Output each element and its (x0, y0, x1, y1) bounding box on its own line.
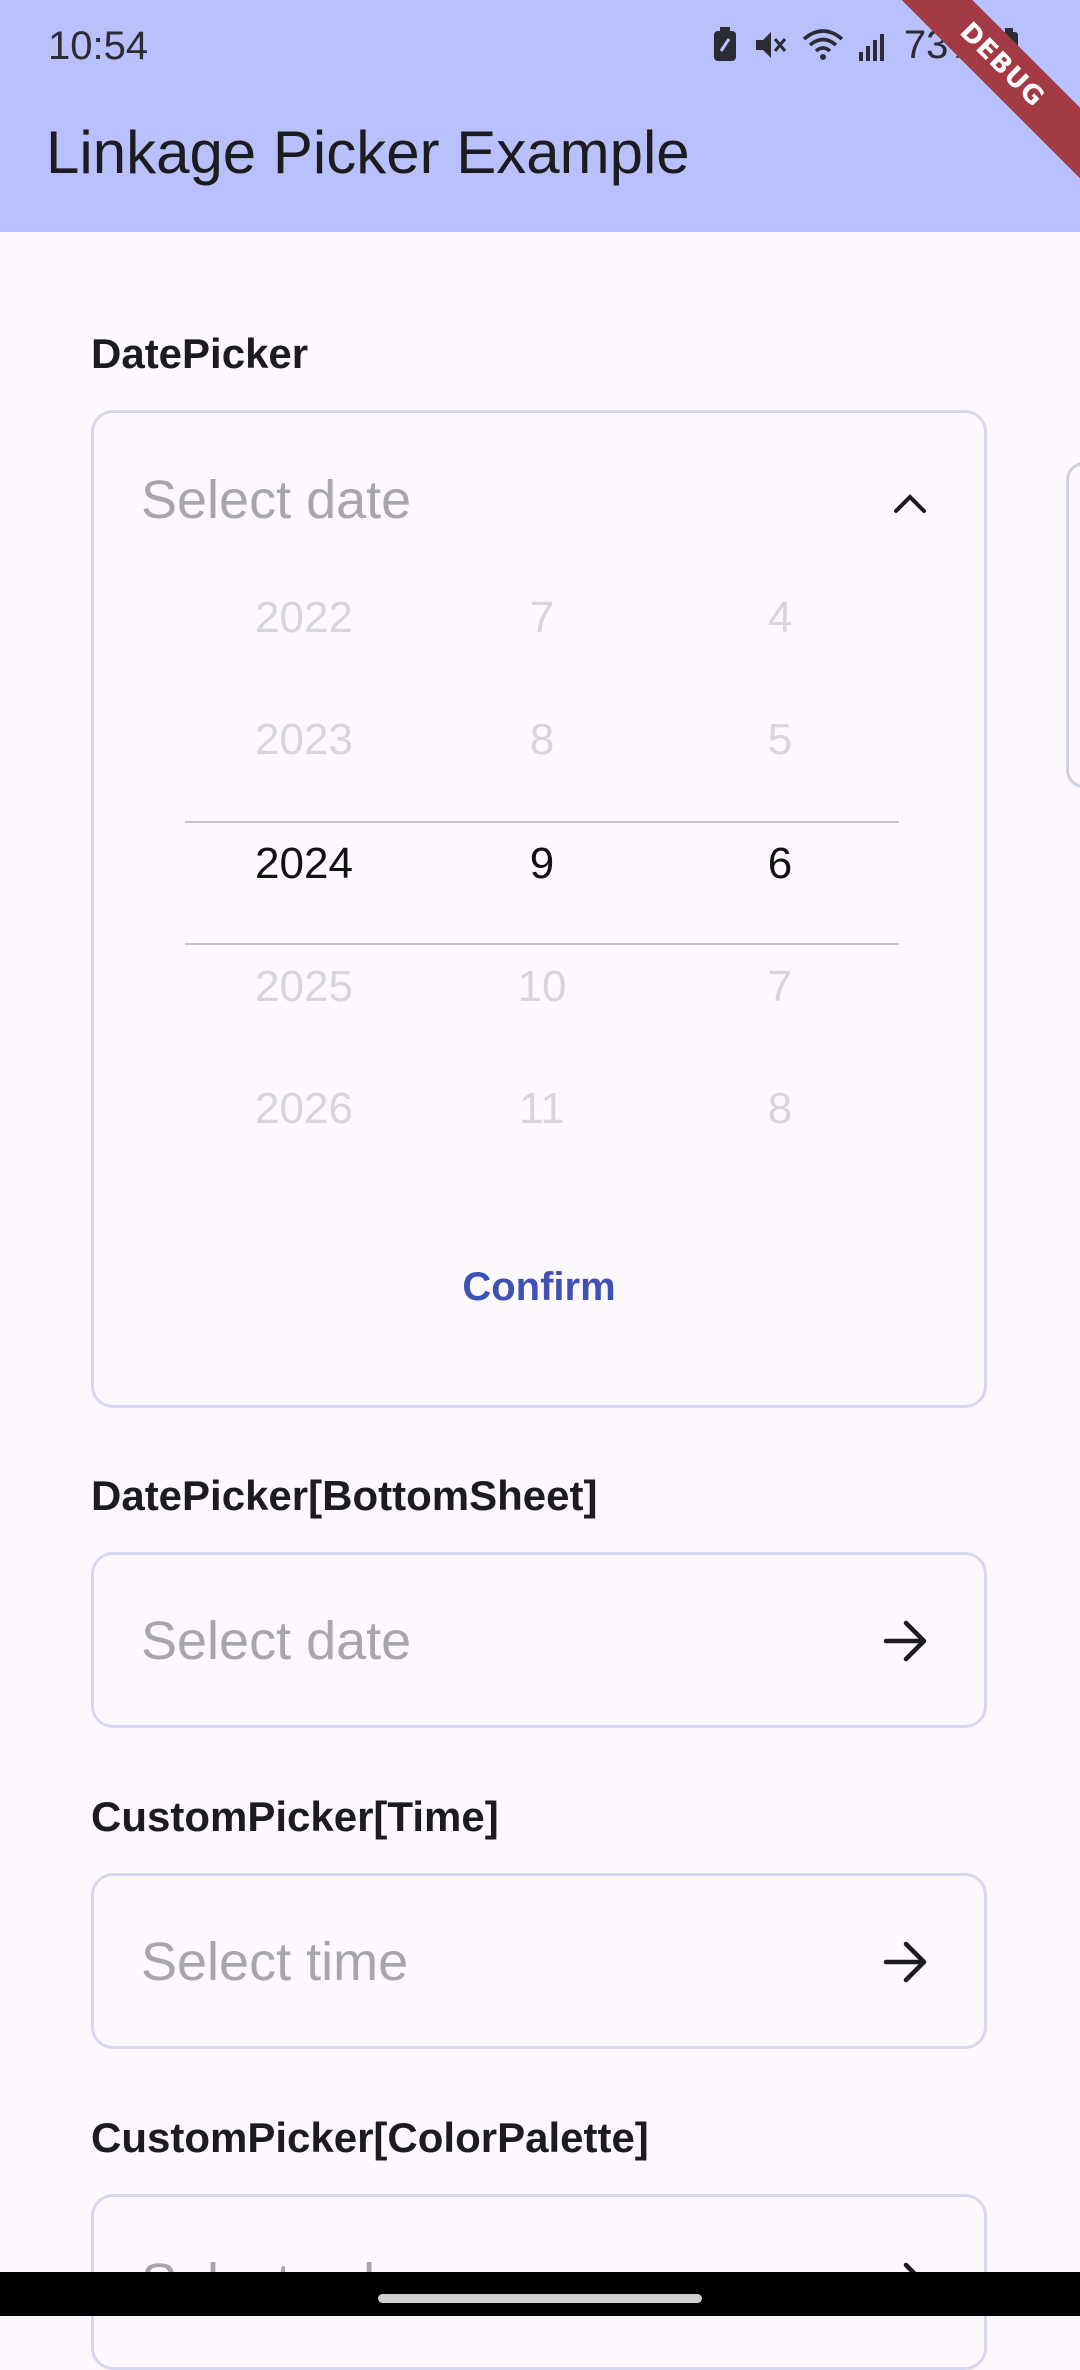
arrow-right-icon[interactable] (882, 1940, 930, 1989)
wheel-item[interactable]: 4 (680, 593, 880, 643)
status-time: 10:54 (48, 24, 149, 68)
signal-icon (858, 28, 890, 62)
datepicker-bottomsheet-label: DatePicker[BottomSheet] (91, 1472, 598, 1519)
field-placeholder: Select time (141, 1932, 409, 1992)
wheel-item[interactable]: 11 (442, 1084, 642, 1134)
arrow-right-icon[interactable] (882, 1619, 930, 1668)
chevron-up-icon[interactable] (890, 483, 930, 528)
app-bar: 10:54 73% Linkage Picker Example DEBUG (0, 0, 1080, 232)
wheel-item[interactable]: 8 (680, 1084, 880, 1134)
month-wheel[interactable]: 7 8 9 10 11 (442, 593, 642, 1133)
custompicker-time-field[interactable]: Select time (91, 1873, 987, 2049)
custompicker-color-label: CustomPicker[ColorPalette] (91, 2114, 649, 2161)
wifi-icon (802, 27, 844, 63)
wheel-item-selected[interactable]: 9 (442, 839, 642, 889)
datepicker-field[interactable]: Select date (141, 469, 411, 531)
wheel-item[interactable]: 8 (442, 715, 642, 765)
wheel-item[interactable]: 7 (442, 593, 642, 643)
confirm-button[interactable]: Confirm (462, 1265, 615, 1310)
page-title: Linkage Picker Example (46, 119, 690, 186)
wheel-item-selected[interactable]: 6 (680, 839, 880, 889)
wheel-item[interactable]: 2026 (204, 1084, 404, 1134)
field-placeholder: Select date (141, 1611, 412, 1671)
day-wheel[interactable]: 4 5 6 7 8 (680, 593, 880, 1133)
datepicker-bottomsheet-field[interactable]: Select date (91, 1552, 987, 1728)
wheel-item-selected[interactable]: 2024 (204, 839, 404, 889)
offscreen-card-edge (1066, 462, 1080, 788)
wheel-item[interactable]: 2022 (204, 593, 404, 643)
mute-icon (752, 27, 788, 63)
battery-saver-icon (712, 27, 738, 63)
system-nav-bar (0, 2272, 1080, 2316)
custompicker-time-label: CustomPicker[Time] (91, 1793, 499, 1840)
datepicker-card: Select date 2022 2023 2024 2025 2026 7 8… (91, 410, 987, 1408)
wheel-item[interactable]: 5 (680, 715, 880, 765)
year-wheel[interactable]: 2022 2023 2024 2025 2026 (204, 593, 404, 1133)
wheel-item[interactable]: 10 (442, 962, 642, 1012)
datepicker-label: DatePicker (91, 330, 309, 377)
wheel-item[interactable]: 2023 (204, 715, 404, 765)
home-gesture-handle[interactable] (378, 2294, 702, 2303)
wheel-item[interactable]: 7 (680, 962, 880, 1012)
wheel-item[interactable]: 2025 (204, 962, 404, 1012)
